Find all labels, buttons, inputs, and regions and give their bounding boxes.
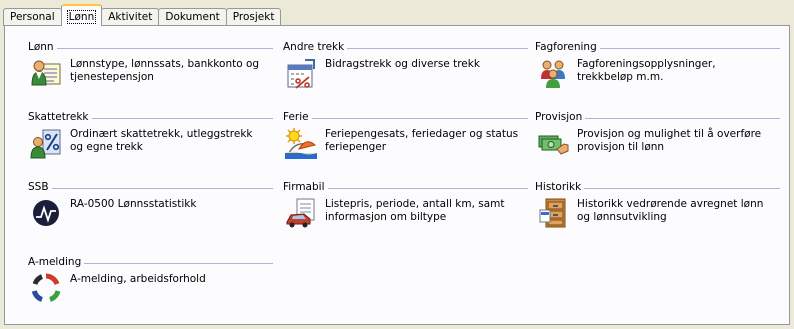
group-lonn: Lønn Lønnstype, lønnssats, bankkonto og …	[28, 41, 273, 89]
group-header: A-melding	[28, 256, 273, 270]
group-ssb: SSB RA-0500 Lønnsstatistikk	[28, 181, 273, 229]
group-link-lonn[interactable]: Lønnstype, lønnssats, bankkonto og tjene…	[30, 57, 273, 89]
tab-dokument[interactable]: Dokument	[158, 8, 227, 26]
car-document-icon	[286, 198, 315, 228]
group-title: Skattetrekk	[28, 111, 92, 123]
group-title: Fagforening	[535, 41, 600, 53]
group-provisjon: Provisjon Provisjon og mulighet til å ov…	[535, 111, 780, 159]
group-description: RA-0500 Lønnsstatistikk	[70, 198, 197, 210]
tab-label: Aktivitet	[108, 11, 153, 23]
group-title: Historikk	[535, 181, 585, 193]
group-link-fagforening[interactable]: Fagforeningsopplysninger, trekkbeløp m.m…	[537, 57, 780, 89]
tab-label: Lønn	[66, 10, 97, 24]
group-andre-trekk: Andre trekk Bidragstrekk og diverse trek…	[283, 41, 528, 89]
group-skattetrekk: Skattetrekk Ordinært skattetrekk, utlegg…	[28, 111, 273, 159]
group-header: Fagforening	[535, 41, 780, 55]
a-melding-ring-icon	[31, 273, 61, 302]
group-fagforening: Fagforening Fagforeningsopplysninger, tr…	[535, 41, 780, 89]
group-title: Provisjon	[535, 111, 586, 123]
group-link-a-melding[interactable]: A-melding, arbeidsforhold	[30, 272, 273, 304]
tab-prosjekt[interactable]: Prosjekt	[225, 8, 282, 26]
group-header: Andre trekk	[283, 41, 528, 55]
group-title: Andre trekk	[283, 41, 348, 53]
group-firmabil: Firmabil Listepris, periode, antall km, …	[283, 181, 528, 229]
tab-panel-lonn: Lønn Lønnstype, lønnssats, bankkonto og …	[4, 25, 790, 325]
group-description: Historikk vedrørende avregnet lønn og lø…	[577, 198, 764, 223]
tab-personal[interactable]: Personal	[3, 8, 62, 26]
group-title: A-melding	[28, 256, 85, 268]
calendar-percent-icon	[287, 59, 315, 89]
group-title: SSB	[28, 181, 52, 193]
group-description: Listepris, periode, antall km, samt info…	[325, 198, 505, 223]
group-header: Firmabil	[283, 181, 528, 195]
group-link-firmabil[interactable]: Listepris, periode, antall km, samt info…	[285, 197, 528, 229]
group-description: Ordinært skattetrekk, utleggstrekk og eg…	[70, 128, 253, 153]
group-description: Feriepengesats, feriedager og status fer…	[325, 128, 519, 153]
group-description: Lønnstype, lønnssats, bankkonto og tjene…	[70, 58, 260, 83]
group-historikk: Historikk Historikk vedrørende avregnet …	[535, 181, 780, 229]
group-header: Lønn	[28, 41, 273, 55]
tab-lonn[interactable]: Lønn	[60, 4, 103, 26]
group-header: Skattetrekk	[28, 111, 273, 125]
group-a-melding: A-melding A-melding, arbeidsforhold	[28, 256, 273, 304]
tab-aktivitet[interactable]: Aktivitet	[101, 8, 160, 26]
group-title: Firmabil	[283, 181, 328, 193]
group-header: SSB	[28, 181, 273, 195]
group-description: Provisjon og mulighet til å overføre pro…	[577, 128, 762, 153]
group-header: Ferie	[283, 111, 528, 125]
sun-beach-icon	[285, 128, 317, 159]
filing-cabinet-icon	[539, 198, 566, 228]
group-divider	[283, 118, 528, 119]
group-link-ferie[interactable]: Feriepengesats, feriedager og status fer…	[285, 127, 528, 159]
group-ferie: Ferie Feriepengesats, feriedager og stat…	[283, 111, 528, 159]
tab-bar: Personal Lønn Aktivitet Dokument Prosjek…	[3, 4, 282, 26]
person-percent-icon	[30, 129, 61, 159]
group-title: Ferie	[283, 111, 312, 123]
people-group-icon	[541, 60, 565, 88]
group-header: Historikk	[535, 181, 780, 195]
group-header: Provisjon	[535, 111, 780, 125]
money-hand-icon	[538, 135, 569, 155]
group-description: A-melding, arbeidsforhold	[70, 273, 206, 285]
group-link-provisjon[interactable]: Provisjon og mulighet til å overføre pro…	[537, 127, 780, 159]
statistics-logo-icon	[33, 200, 59, 226]
group-link-historikk[interactable]: Historikk vedrørende avregnet lønn og lø…	[537, 197, 780, 229]
group-divider	[28, 48, 273, 49]
group-title: Lønn	[28, 41, 57, 53]
employee-card-icon	[31, 60, 61, 86]
group-link-skattetrekk[interactable]: Ordinært skattetrekk, utleggstrekk og eg…	[30, 127, 273, 159]
group-description: Bidragstrekk og diverse trekk	[325, 58, 480, 70]
group-divider	[28, 188, 273, 189]
tab-label: Dokument	[165, 11, 220, 23]
tab-label: Personal	[10, 11, 55, 23]
group-description: Fagforeningsopplysninger, trekkbeløp m.m…	[577, 58, 716, 83]
group-link-ssb[interactable]: RA-0500 Lønnsstatistikk	[30, 197, 273, 229]
group-link-andre-trekk[interactable]: Bidragstrekk og diverse trekk	[285, 57, 528, 89]
tab-label: Prosjekt	[232, 11, 275, 23]
